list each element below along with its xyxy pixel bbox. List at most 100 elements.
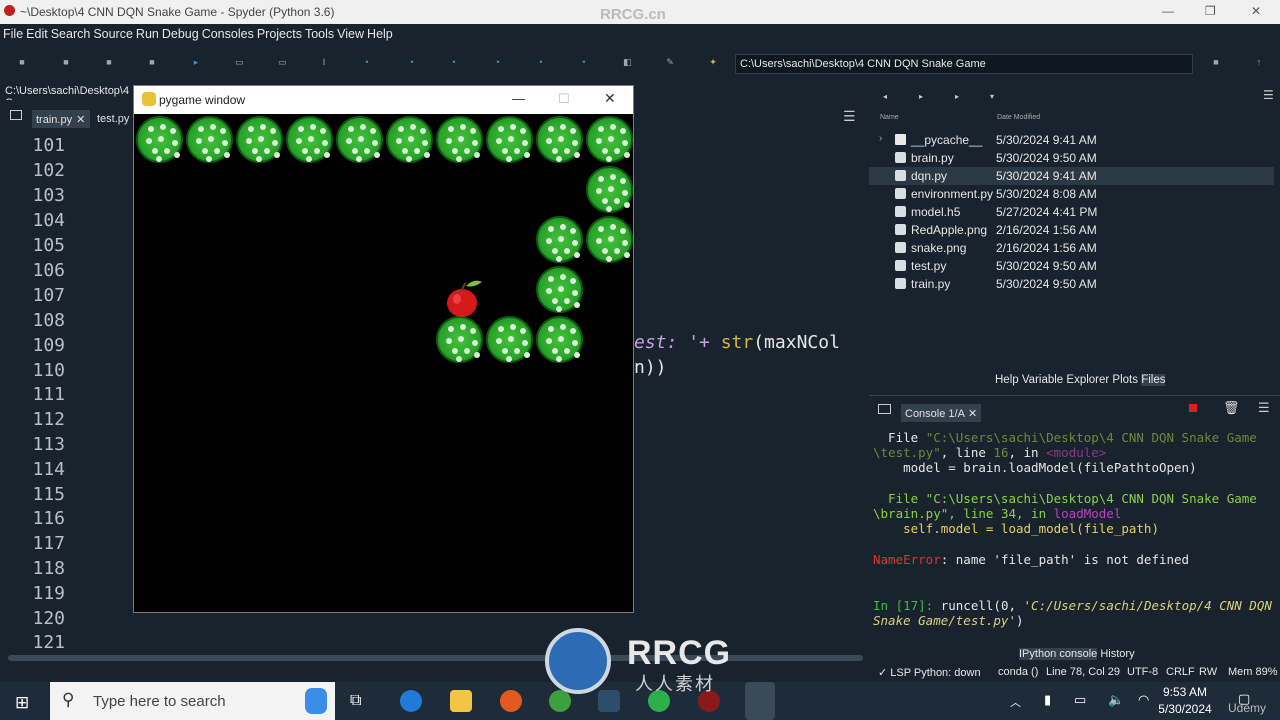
file-row[interactable]: dqn.py 5/30/2024 9:41 AM [869, 167, 1274, 185]
file-row[interactable]: brain.py 5/30/2024 9:50 AM [869, 149, 1274, 167]
filter-icon[interactable]: ▾ [990, 92, 994, 101]
pygame-window[interactable]: pygame window — ☐ ✕ [133, 85, 634, 613]
minimize-button[interactable]: — [512, 91, 525, 106]
snake-spot [396, 138, 402, 144]
stop-icon[interactable] [1189, 404, 1197, 412]
menu-view[interactable]: View [334, 24, 364, 41]
wifi-icon[interactable]: ◠ [1138, 692, 1149, 708]
snake-spot [372, 140, 378, 146]
close-tab-icon[interactable]: ✕ [76, 114, 85, 126]
preferences-icon[interactable]: ✎ [666, 58, 674, 67]
console-options-icon[interactable]: ☰ [1258, 400, 1270, 416]
file-row[interactable]: model.h5 5/27/2024 4:41 PM [869, 203, 1274, 221]
tab-test[interactable]: test.py [93, 110, 133, 128]
lsp-status: ✓ LSP Python: down [878, 667, 981, 679]
snake-spot [346, 138, 352, 144]
file-row[interactable]: test.py 5/30/2024 9:50 AM [869, 257, 1274, 275]
tab-plots[interactable]: Plots [1112, 374, 1138, 386]
folder-icon [895, 134, 906, 145]
menu-projects[interactable]: Projects [254, 24, 302, 41]
menu-source[interactable]: Source [90, 24, 133, 41]
microphone-icon[interactable]: ▮ [1044, 692, 1051, 708]
browse-folder-icon[interactable]: ■ [1212, 58, 1220, 67]
file-row[interactable]: snake.png 2/16/2024 1:56 AM [869, 239, 1274, 257]
back-icon[interactable]: ◂ [883, 92, 887, 101]
step-return-icon[interactable]: • [494, 58, 502, 67]
files-options-icon[interactable]: ☰ [1263, 88, 1274, 102]
close-tab-icon[interactable]: ✕ [968, 408, 977, 420]
editor-options-icon[interactable]: ☰ [843, 108, 856, 125]
snake-spot [548, 326, 554, 332]
snake-spot [560, 274, 566, 280]
tab-history[interactable]: History [1100, 648, 1134, 660]
step-into-icon[interactable]: • [450, 58, 458, 67]
run-icon[interactable]: ▸ [192, 58, 200, 67]
browse-tabs-icon[interactable] [10, 110, 22, 120]
snake-spot [256, 156, 262, 162]
close-button[interactable]: ✕ [604, 90, 616, 107]
windows-start-icon[interactable]: ⊞ [15, 693, 29, 713]
tab-train[interactable]: train.py ✕ [32, 110, 90, 128]
menu-debug[interactable]: Debug [159, 24, 199, 41]
stop-debug-icon[interactable]: • [580, 58, 588, 67]
minimize-button[interactable]: — [1162, 4, 1174, 18]
snake-spot [560, 224, 566, 230]
trash-icon[interactable]: 🗑 [1223, 400, 1240, 416]
browse-tabs-icon[interactable] [878, 404, 891, 414]
continue-icon[interactable]: • [537, 58, 545, 67]
maximize-button[interactable]: ☐ [558, 91, 570, 107]
file-row[interactable]: environment.py 5/30/2024 8:08 AM [869, 185, 1274, 203]
console-tab[interactable]: Console 1/A ✕ [901, 404, 982, 422]
snake-spot [624, 202, 630, 208]
parent-dir-icon[interactable]: ↑ [1255, 58, 1263, 67]
menu-tools[interactable]: Tools [302, 24, 334, 41]
lsp-status-text: LSP Python: down [890, 667, 981, 679]
debug-icon[interactable]: • [363, 58, 371, 67]
save-icon[interactable]: ■ [105, 58, 113, 67]
menu-help[interactable]: Help [364, 24, 393, 41]
save-all-icon[interactable]: ■ [148, 58, 156, 67]
working-directory-input[interactable]: C:\Users\sachi\Desktop\4 CNN DQN Snake G… [735, 54, 1193, 74]
python-path-icon[interactable]: ✦ [709, 58, 717, 67]
battery-icon[interactable]: ▭ [1074, 692, 1086, 708]
snake-segment [486, 116, 533, 163]
firefox-icon[interactable] [500, 690, 522, 712]
column-date[interactable]: Date Modified [997, 114, 1040, 121]
run-cell-advance-icon[interactable]: ▭ [278, 58, 287, 67]
pygame-taskbar-icon[interactable] [745, 682, 775, 720]
run-selection-icon[interactable]: I [320, 58, 328, 67]
menu-consoles[interactable]: Consoles [199, 24, 254, 41]
ipython-console[interactable]: Console 1/A ✕ 🗑 ☰ File "C:\Users\sachi\De… [869, 395, 1280, 665]
parent-icon[interactable]: ▸ [955, 92, 959, 101]
window-titlebar: ~\Desktop\4 CNN DQN Snake Game - Spyder … [0, 0, 1280, 24]
file-row[interactable]: train.py 5/30/2024 9:50 AM [869, 275, 1274, 293]
new-file-icon[interactable]: ■ [18, 58, 26, 67]
menu-run[interactable]: Run [133, 24, 159, 41]
forward-icon[interactable]: ▸ [919, 92, 923, 101]
file-explorer-icon[interactable] [450, 690, 472, 712]
tab-ipython-console[interactable]: IPython console [1019, 648, 1098, 660]
maximize-pane-icon[interactable]: ◧ [623, 58, 632, 67]
python-file-icon [895, 170, 906, 181]
taskbar-search[interactable]: ⚲ Type here to search [50, 682, 335, 720]
menu-search[interactable]: Search [48, 24, 91, 41]
taskbar-clock[interactable]: 9:53 AM 5/30/2024 [1150, 685, 1220, 716]
menu-edit[interactable]: Edit [23, 24, 48, 41]
tab-help[interactable]: Help [995, 374, 1019, 386]
tab-variable-explorer[interactable]: Variable Explorer [1022, 374, 1109, 386]
menu-file[interactable]: File [0, 24, 23, 41]
open-file-icon[interactable]: ■ [62, 58, 70, 67]
restore-button[interactable]: ❐ [1205, 4, 1216, 18]
step-icon[interactable]: • [408, 58, 416, 67]
run-cell-icon[interactable]: ▭ [235, 58, 244, 67]
tray-expand-icon[interactable]: ︿ [1010, 694, 1021, 710]
file-row[interactable]: › __pycache__ 5/30/2024 9:41 AM [869, 131, 1274, 149]
edge-icon[interactable] [400, 690, 422, 712]
file-row[interactable]: RedApple.png 2/16/2024 1:56 AM [869, 221, 1274, 239]
task-view-icon[interactable]: ⧉ [350, 692, 361, 710]
volume-icon[interactable]: 🔈 [1108, 692, 1124, 708]
column-name[interactable]: Name [880, 114, 899, 121]
tab-files[interactable]: Files [1141, 374, 1166, 386]
expand-icon[interactable]: › [879, 133, 882, 144]
close-button[interactable]: ✕ [1251, 4, 1261, 18]
